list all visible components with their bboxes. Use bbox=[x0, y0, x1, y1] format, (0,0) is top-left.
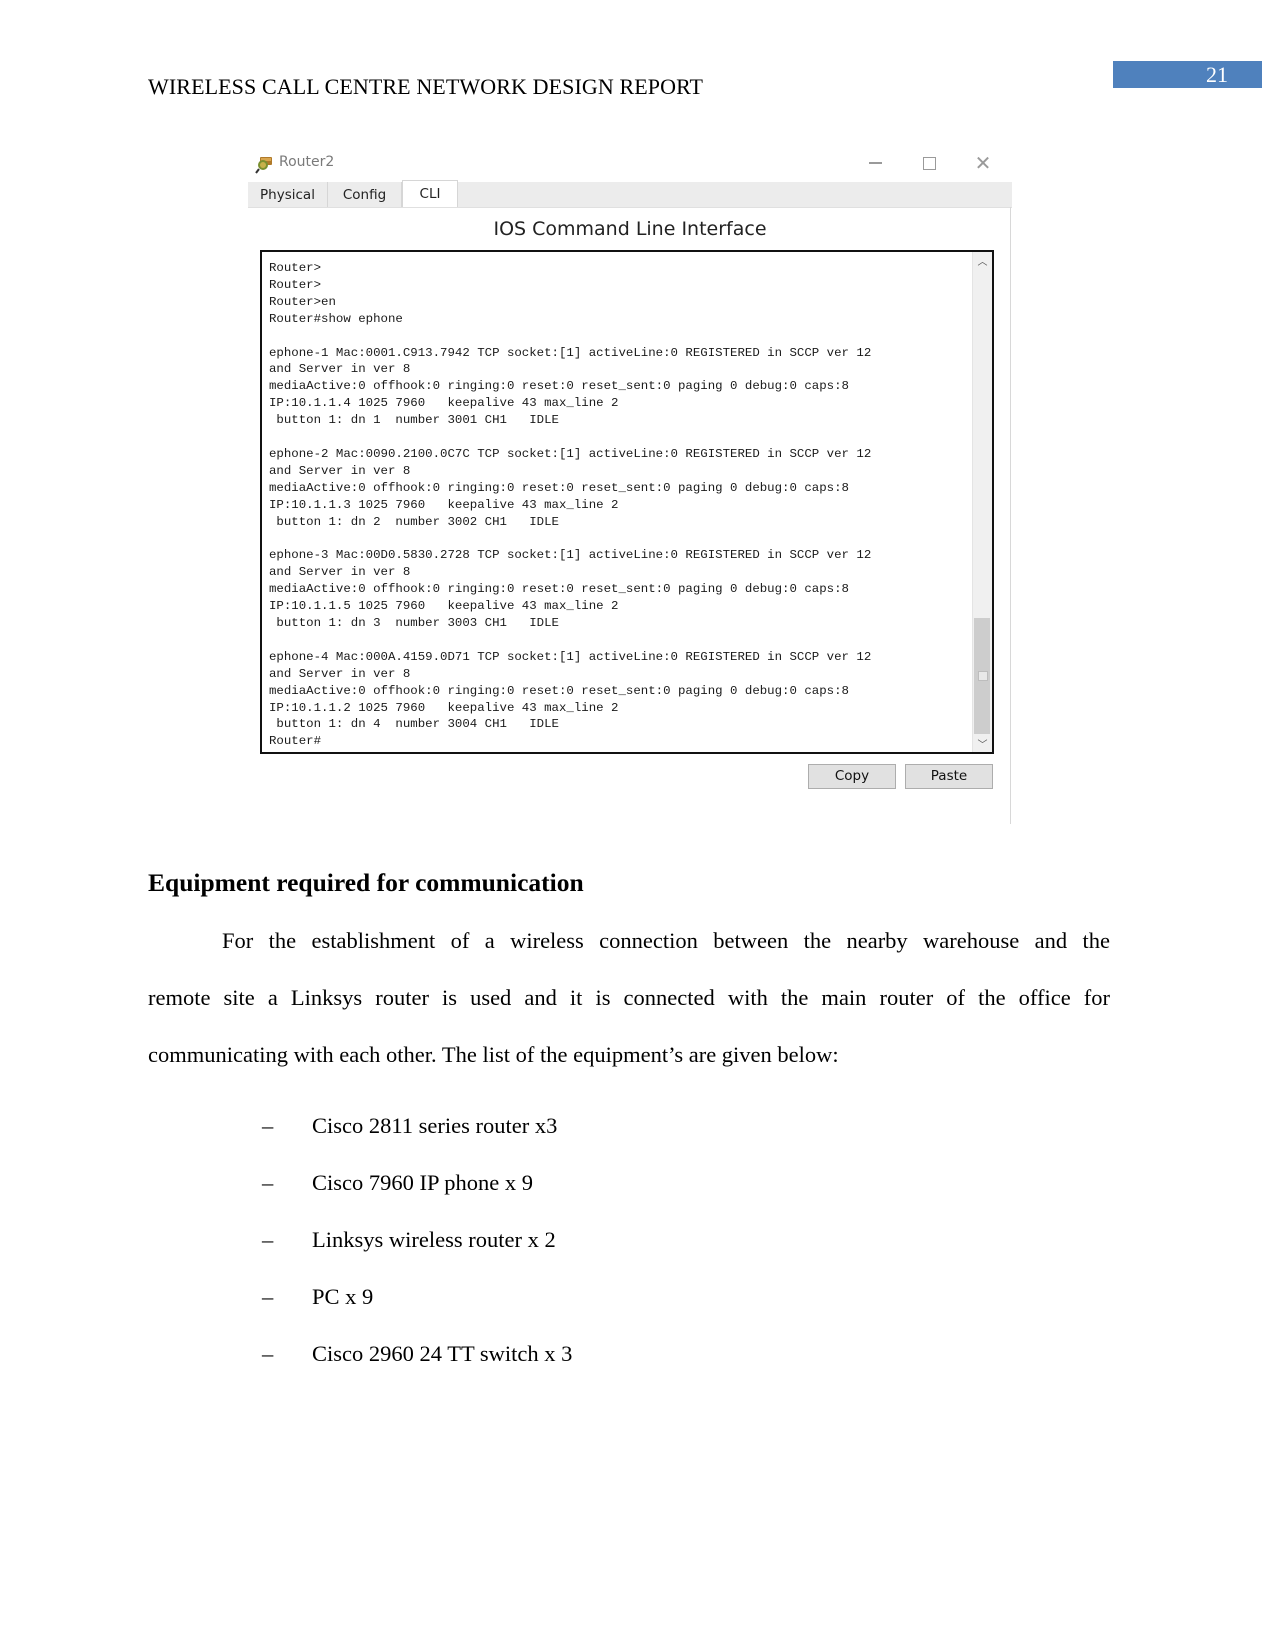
tab-cli[interactable]: CLI bbox=[402, 180, 458, 207]
equipment-list: – Cisco 2811 series router x3 – Cisco 7960… bbox=[262, 1113, 572, 1398]
dash-bullet-icon: – bbox=[262, 1341, 274, 1366]
router-cli-screenshot: Router2 ✕ Physical Config CLI IOS Comman… bbox=[248, 146, 1012, 824]
cli-output: Router> Router> Router>en Router#show ep… bbox=[269, 261, 872, 749]
paragraph-line: For the establishment of a wireless conn… bbox=[222, 928, 1110, 953]
maximize-icon bbox=[922, 156, 936, 170]
scroll-down-icon[interactable]: ﹀ bbox=[973, 735, 992, 752]
window-titlebar: Router2 ✕ bbox=[248, 146, 1012, 182]
equipment-label: Cisco 2960 24 TT switch x 3 bbox=[312, 1341, 573, 1366]
equipment-label: Cisco 7960 IP phone x 9 bbox=[312, 1170, 534, 1195]
copy-button[interactable]: Copy bbox=[808, 764, 896, 789]
scrollbar-thumb[interactable] bbox=[974, 618, 990, 734]
packet-tracer-router-icon bbox=[255, 157, 272, 174]
window-edge bbox=[1010, 207, 1011, 824]
cli-heading: IOS Command Line Interface bbox=[493, 218, 767, 240]
equipment-label: Linksys wireless router x 2 bbox=[312, 1227, 556, 1252]
list-item: – Cisco 7960 IP phone x 9 bbox=[262, 1170, 572, 1227]
minimize-button[interactable] bbox=[860, 150, 890, 176]
section-heading: Equipment required for communication bbox=[148, 868, 584, 897]
paragraph-line: communicating with each other. The list … bbox=[148, 1042, 839, 1067]
scroll-up-icon[interactable]: ︿ bbox=[973, 252, 992, 269]
list-item: – Cisco 2811 series router x3 bbox=[262, 1113, 572, 1170]
list-item: – Linksys wireless router x 2 bbox=[262, 1227, 572, 1284]
list-item: – Cisco 2960 24 TT switch x 3 bbox=[262, 1341, 572, 1398]
paragraph-line: remote site a Linksys router is used and… bbox=[148, 985, 1110, 1010]
scrollbar-grip-icon bbox=[978, 671, 988, 681]
cli-scrollbar[interactable]: ︿ ﹀ bbox=[972, 252, 992, 752]
equipment-label: Cisco 2811 series router x3 bbox=[312, 1113, 558, 1138]
maximize-button[interactable] bbox=[914, 150, 944, 176]
tab-config[interactable]: Config bbox=[328, 182, 402, 207]
close-button[interactable]: ✕ bbox=[968, 150, 998, 176]
window-title: Router2 bbox=[279, 154, 335, 170]
running-header: WIRELESS CALL CENTRE NETWORK DESIGN REPO… bbox=[148, 74, 704, 99]
dash-bullet-icon: – bbox=[262, 1227, 274, 1252]
equipment-label: PC x 9 bbox=[312, 1284, 374, 1309]
dash-bullet-icon: – bbox=[262, 1113, 274, 1138]
list-item: – PC x 9 bbox=[262, 1284, 572, 1341]
minimize-icon bbox=[868, 162, 882, 164]
dash-bullet-icon: – bbox=[262, 1170, 274, 1195]
close-icon: ✕ bbox=[974, 151, 992, 175]
paste-button[interactable]: Paste bbox=[905, 764, 993, 789]
cli-console[interactable]: Router> Router> Router>en Router#show ep… bbox=[260, 250, 994, 754]
tab-strip: Physical Config CLI bbox=[248, 180, 1012, 208]
page-number: 21 bbox=[1113, 61, 1262, 88]
tab-physical[interactable]: Physical bbox=[248, 182, 328, 207]
dash-bullet-icon: – bbox=[262, 1284, 274, 1309]
